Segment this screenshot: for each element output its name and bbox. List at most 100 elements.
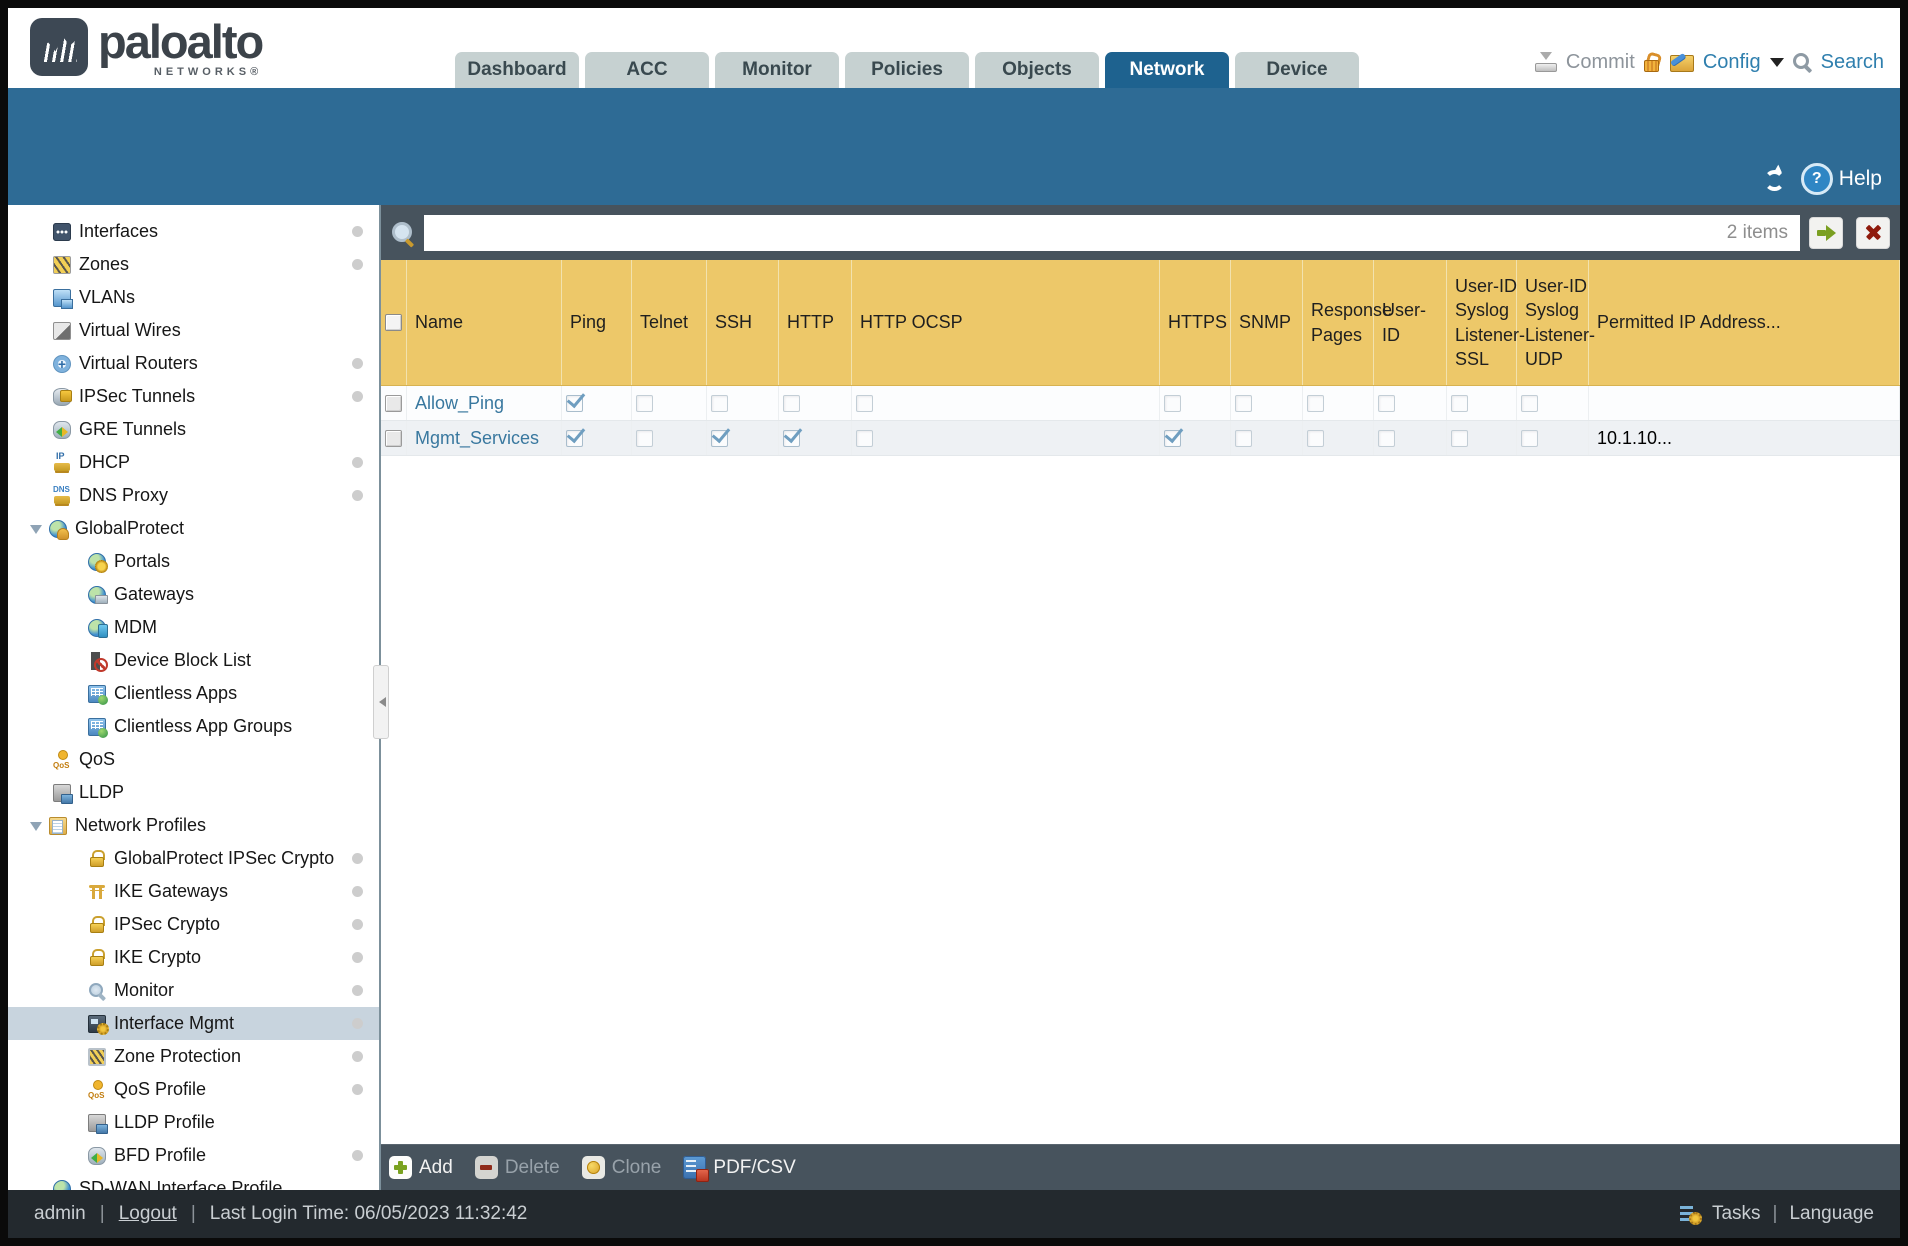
- select-all-checkbox[interactable]: [385, 314, 402, 331]
- profile-name-link[interactable]: Allow_Ping: [415, 393, 504, 414]
- apply-filter-button[interactable]: [1809, 216, 1843, 249]
- response-pages-checkbox[interactable]: [1307, 394, 1324, 412]
- user-id-checkbox[interactable]: [1378, 429, 1395, 447]
- ssh-checkbox[interactable]: [711, 394, 728, 412]
- col-name[interactable]: Name: [407, 260, 562, 385]
- uid-syslog-udp-checkbox[interactable]: [1521, 429, 1538, 447]
- telnet-checkbox[interactable]: [636, 429, 653, 447]
- sidebar-item-zones[interactable]: Zones: [8, 248, 379, 281]
- profile-name-link[interactable]: Mgmt_Services: [415, 428, 539, 449]
- sidebar-item-mdm[interactable]: MDM: [8, 611, 379, 644]
- refresh-icon[interactable]: [1762, 168, 1787, 193]
- clone-button[interactable]: Clone: [581, 1156, 661, 1179]
- col-uid-syslog-udp[interactable]: User-ID Syslog Listener-UDP: [1517, 260, 1595, 385]
- sidebar-item-portals[interactable]: Portals: [8, 545, 379, 578]
- sidebar-item-interface-mgmt[interactable]: Interface Mgmt: [8, 1007, 379, 1040]
- sidebar-item-clientless-apps[interactable]: Clientless Apps: [8, 677, 379, 710]
- collapse-caret-icon[interactable]: [30, 524, 42, 540]
- unlock-icon[interactable]: [1643, 53, 1661, 72]
- sidebar-item-network-profiles[interactable]: Network Profiles: [8, 809, 379, 842]
- clear-filter-button[interactable]: [1856, 216, 1890, 249]
- sidebar-item-device-block-list[interactable]: Device Block List: [8, 644, 379, 677]
- tab-device[interactable]: Device: [1235, 52, 1359, 88]
- pdf-csv-button[interactable]: PDF/CSV: [683, 1156, 796, 1182]
- sidebar-item-bfd-profile[interactable]: BFD Profile: [8, 1139, 379, 1172]
- tab-policies[interactable]: Policies: [845, 52, 969, 88]
- col-telnet[interactable]: Telnet: [632, 260, 707, 385]
- sidebar-item-sd-wan-interface-profile[interactable]: SD-WAN Interface Profile: [8, 1172, 379, 1190]
- config-menu-button[interactable]: Config: [1703, 51, 1761, 74]
- tab-objects[interactable]: Objects: [975, 52, 1099, 88]
- sidebar-item-ike-gateways[interactable]: IKE Gateways: [8, 875, 379, 908]
- sidebar-collapse-handle[interactable]: [373, 665, 389, 739]
- sidebar-item-dhcp[interactable]: DHCP: [8, 446, 379, 479]
- sidebar-item-ipsec-tunnels[interactable]: IPSec Tunnels: [8, 380, 379, 413]
- sidebar-item-ike-crypto[interactable]: IKE Crypto: [8, 941, 379, 974]
- sidebar-item-globalprotect[interactable]: GlobalProtect: [8, 512, 379, 545]
- col-http-ocsp[interactable]: HTTP OCSP: [852, 260, 1160, 385]
- ping-checkbox[interactable]: [566, 429, 583, 447]
- uid-syslog-udp-checkbox[interactable]: [1521, 394, 1538, 412]
- col-https[interactable]: HTTPS: [1160, 260, 1231, 385]
- add-button[interactable]: Add: [389, 1156, 453, 1179]
- uid-syslog-ssl-checkbox[interactable]: [1451, 394, 1468, 412]
- sidebar-item-qos[interactable]: QoS: [8, 743, 379, 776]
- sidebar-item-zone-protection[interactable]: Zone Protection: [8, 1040, 379, 1073]
- col-http[interactable]: HTTP: [779, 260, 852, 385]
- tab-dashboard[interactable]: Dashboard: [455, 52, 579, 88]
- sidebar-item-qos-profile[interactable]: QoS Profile: [8, 1073, 379, 1106]
- tab-monitor[interactable]: Monitor: [715, 52, 839, 88]
- qos-icon: [53, 749, 71, 770]
- col-user-id[interactable]: User-ID: [1374, 260, 1447, 385]
- col-ping[interactable]: Ping: [562, 260, 632, 385]
- sidebar-item-ipsec-crypto[interactable]: IPSec Crypto: [8, 908, 379, 941]
- snmp-checkbox[interactable]: [1235, 394, 1252, 412]
- http-ocsp-checkbox[interactable]: [856, 429, 873, 447]
- uid-syslog-ssl-checkbox[interactable]: [1451, 429, 1468, 447]
- tab-acc[interactable]: ACC: [585, 52, 709, 88]
- ping-checkbox[interactable]: [566, 394, 583, 412]
- sidebar-item-clientless-app-groups[interactable]: Clientless App Groups: [8, 710, 379, 743]
- col-response-pages[interactable]: Response Pages: [1303, 260, 1392, 385]
- user-id-checkbox[interactable]: [1378, 394, 1395, 412]
- col-permitted-ip[interactable]: Permitted IP Address...: [1589, 260, 1900, 385]
- sidebar-item-vlans[interactable]: VLANs: [8, 281, 379, 314]
- http-ocsp-checkbox[interactable]: [856, 394, 873, 412]
- col-snmp[interactable]: SNMP: [1231, 260, 1303, 385]
- col-ssh[interactable]: SSH: [707, 260, 779, 385]
- sidebar-item-lldp[interactable]: LLDP: [8, 776, 379, 809]
- commit-button[interactable]: Commit: [1566, 51, 1635, 74]
- http-checkbox[interactable]: [783, 429, 800, 447]
- sidebar-item-dns-proxy[interactable]: DNS Proxy: [8, 479, 379, 512]
- row-select-checkbox[interactable]: [385, 394, 402, 412]
- clientless-apps-icon: [88, 684, 108, 705]
- col-uid-syslog-ssl[interactable]: User-ID Syslog Listener-SSL: [1447, 260, 1525, 385]
- help-button[interactable]: ? Help: [1800, 163, 1882, 195]
- response-pages-checkbox[interactable]: [1307, 429, 1324, 447]
- language-button[interactable]: Language: [1789, 1203, 1874, 1225]
- snmp-checkbox[interactable]: [1235, 429, 1252, 447]
- telnet-checkbox[interactable]: [636, 394, 653, 412]
- row-select-checkbox[interactable]: [385, 429, 402, 447]
- sidebar-item-monitor-profile[interactable]: Monitor: [8, 974, 379, 1007]
- https-checkbox[interactable]: [1164, 429, 1181, 447]
- filter-search-input[interactable]: [424, 214, 1800, 251]
- sidebar-item-globalprotect-ipsec-crypto[interactable]: GlobalProtect IPSec Crypto: [8, 842, 379, 875]
- ssh-checkbox[interactable]: [711, 429, 728, 447]
- sidebar-item-interfaces[interactable]: Interfaces: [8, 215, 379, 248]
- config-dropdown-caret-icon[interactable]: [1769, 58, 1784, 74]
- sidebar-item-virtual-wires[interactable]: Virtual Wires: [8, 314, 379, 347]
- logout-link[interactable]: Logout: [119, 1203, 177, 1225]
- global-search-button[interactable]: Search: [1821, 51, 1884, 74]
- collapse-caret-icon[interactable]: [30, 821, 42, 837]
- sidebar-item-virtual-routers[interactable]: Virtual Routers: [8, 347, 379, 380]
- delete-button[interactable]: Delete: [474, 1156, 560, 1179]
- sidebar-item-lldp-profile[interactable]: LLDP Profile: [8, 1106, 379, 1139]
- config-icon: [1669, 52, 1694, 72]
- sidebar-item-gre-tunnels[interactable]: GRE Tunnels: [8, 413, 379, 446]
- sidebar-item-gateways[interactable]: Gateways: [8, 578, 379, 611]
- https-checkbox[interactable]: [1164, 394, 1181, 412]
- tasks-button[interactable]: Tasks: [1712, 1203, 1761, 1225]
- tab-network[interactable]: Network: [1105, 52, 1229, 88]
- http-checkbox[interactable]: [783, 394, 800, 412]
